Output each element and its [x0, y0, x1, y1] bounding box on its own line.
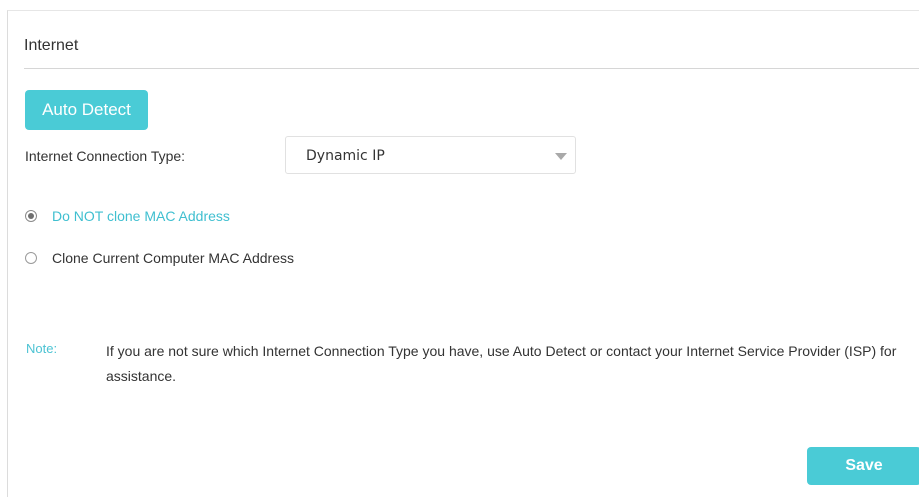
auto-detect-button[interactable]: Auto Detect	[25, 90, 148, 130]
note-text: If you are not sure which Internet Conne…	[106, 343, 897, 384]
radio-checked-icon[interactable]	[25, 210, 37, 222]
radio-unchecked-icon[interactable]	[25, 252, 37, 264]
note-label: Note:	[26, 341, 58, 356]
radio-label-do-not-clone: Do NOT clone MAC Address	[52, 208, 230, 224]
section-title: Internet	[24, 37, 79, 54]
save-button[interactable]: Save	[807, 447, 919, 485]
radio-label-clone-current: Clone Current Computer MAC Address	[52, 250, 294, 266]
connection-type-value: Dynamic IP	[306, 148, 385, 164]
internet-panel: Internet Auto Detect Internet Connection…	[7, 10, 919, 497]
title-divider	[24, 68, 919, 69]
connection-type-select[interactable]: Dynamic IP	[285, 136, 576, 174]
connection-type-label: Internet Connection Type:	[25, 148, 186, 164]
dropdown-arrow-icon	[555, 153, 567, 160]
